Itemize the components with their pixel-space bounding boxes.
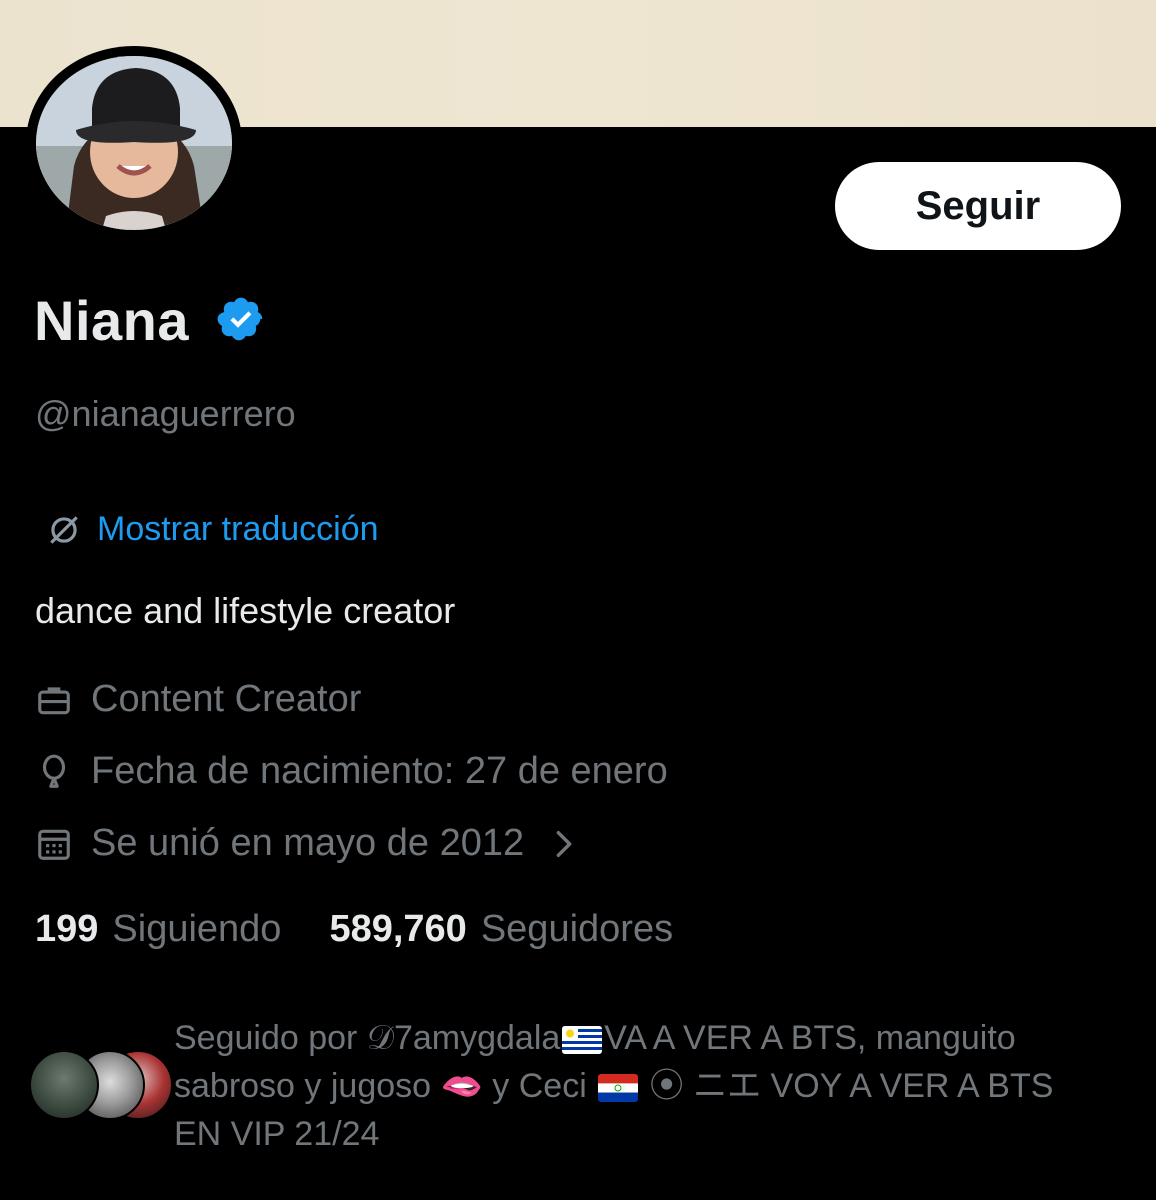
follow-button[interactable]: Seguir (835, 162, 1121, 250)
mutual-followers-avatars[interactable] (29, 1050, 173, 1120)
avatar-photo (36, 56, 232, 230)
profile-name: Niana (34, 289, 189, 352)
balloon-icon (42, 754, 66, 788)
following-label: Siguiendo (112, 908, 282, 950)
followers-count: 589,760 (329, 908, 467, 950)
followers-link[interactable]: 589,760 Seguidores (329, 908, 673, 951)
following-link[interactable]: 199 Siguiendo (35, 908, 281, 951)
uruguay-flag-icon (562, 1026, 603, 1055)
follow-stats: 199 Siguiendo 589,760 Seguidores (35, 908, 673, 951)
followed-by-prefix: Seguido por (174, 1019, 367, 1057)
profile-bio: dance and lifestyle creator (35, 590, 456, 631)
profile-avatar[interactable] (26, 46, 242, 240)
joined-label: Se unió en mayo de 2012 (91, 822, 525, 864)
followers-label: Seguidores (480, 908, 674, 950)
translate-icon (50, 515, 78, 544)
show-translation-link[interactable]: Mostrar traducción (45, 510, 379, 549)
followed-by-conj: y Ceci (482, 1067, 597, 1105)
profile-job: Content Creator (35, 678, 361, 721)
calendar-icon (38, 829, 70, 860)
followed-by-text[interactable]: Seguido por 𝒟7amygdala VA A VER A BTS, m… (174, 1014, 1104, 1158)
paraguay-flag-icon (598, 1074, 639, 1103)
briefcase-icon (38, 686, 70, 714)
verified-badge-icon[interactable] (216, 294, 266, 344)
profile-birthday: Fecha de nacimiento: 27 de enero (35, 750, 668, 793)
lips-emoji: 🫦 (440, 1067, 483, 1105)
profile-handle: @nianaguerrero (35, 393, 296, 434)
birthday-label: Fecha de nacimiento: 27 de enero (91, 750, 668, 792)
job-label: Content Creator (91, 678, 362, 720)
translate-label: Mostrar traducción (97, 510, 379, 548)
mutual-user-1: 𝒟7amygdala (366, 1019, 561, 1057)
mutual-avatar (29, 1050, 99, 1120)
following-count: 199 (35, 908, 99, 950)
profile-joined[interactable]: Se unió en mayo de 2012 (35, 822, 578, 865)
chevron-right-icon (556, 830, 572, 857)
